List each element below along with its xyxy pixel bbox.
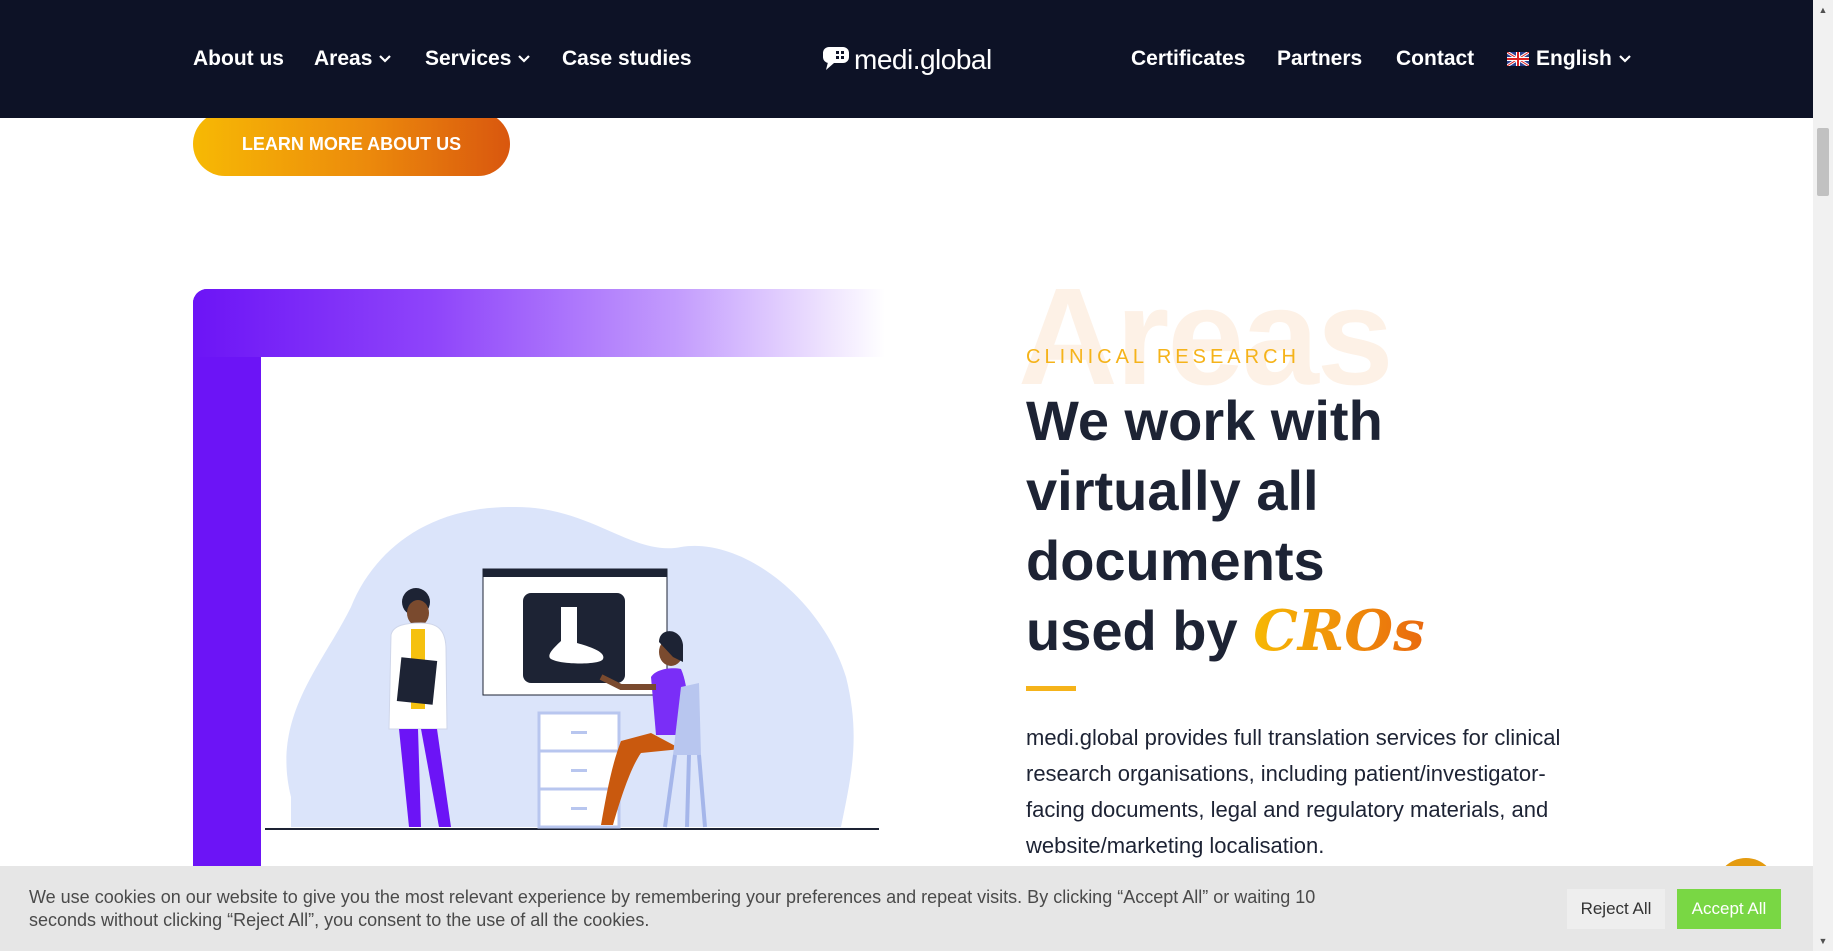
headline-line-4: used by CROs — [1026, 596, 1546, 666]
logo-text: medi.global — [854, 44, 992, 75]
page-scrollbar[interactable]: ▲ ▼ — [1813, 0, 1833, 951]
nav-about-us-label: About us — [193, 47, 284, 70]
section-headline: We work with virtually all documents use… — [1026, 386, 1546, 666]
nav-about-us[interactable]: About us — [193, 0, 284, 118]
chevron-down-icon — [379, 55, 392, 63]
speech-bubble-logo-icon — [823, 47, 849, 70]
nav-services-label: Services — [425, 47, 512, 70]
scroll-down-arrow-icon[interactable]: ▼ — [1813, 931, 1833, 951]
nav-certificates-label: Certificates — [1131, 47, 1246, 70]
nav-case-studies-label: Case studies — [562, 47, 692, 70]
nav-contact-label: Contact — [1396, 47, 1475, 70]
accept-all-button[interactable]: Accept All — [1677, 889, 1781, 929]
headline-line-2: virtually all — [1026, 459, 1319, 522]
headline-highlight: CROs — [1253, 598, 1425, 664]
accept-all-label: Accept All — [1691, 899, 1767, 918]
nav-partners-label: Partners — [1277, 47, 1363, 70]
frame-left-bar — [193, 289, 261, 929]
nav-certificates[interactable]: Certificates — [1131, 0, 1245, 118]
nav-areas[interactable]: Areas — [314, 0, 392, 118]
illustration-panel — [261, 357, 885, 937]
reject-all-label: Reject All — [1580, 899, 1652, 918]
scrollbar-thumb[interactable] — [1817, 128, 1829, 196]
nav-services[interactable]: Services — [425, 0, 531, 118]
nav-case-studies[interactable]: Case studies — [562, 0, 692, 118]
chevron-down-icon — [1619, 55, 1631, 63]
section-body-text: medi.global provides full translation se… — [1026, 725, 1561, 858]
chevron-down-icon — [518, 55, 531, 63]
illustration-frame — [193, 289, 885, 937]
accent-divider — [1026, 686, 1076, 691]
language-label: English — [1536, 47, 1612, 70]
site-logo[interactable]: medi.global — [822, 38, 992, 82]
doctor-patient-illustration — [265, 506, 879, 830]
language-selector[interactable]: English — [1507, 0, 1631, 118]
frame-top-bar — [193, 289, 885, 357]
section-eyebrow: CLINICAL RESEARCH — [1026, 346, 1300, 368]
learn-more-label: LEARN MORE ABOUT US — [241, 133, 462, 154]
headline-line-4-text: used by — [1026, 599, 1238, 662]
scroll-up-arrow-icon[interactable]: ▲ — [1813, 0, 1833, 20]
site-header: About us Areas Services Case studies med… — [0, 0, 1813, 118]
cookie-banner: We use cookies on our website to give yo… — [0, 866, 1813, 951]
cookie-banner-text: We use cookies on our website to give yo… — [29, 887, 1316, 930]
nav-contact[interactable]: Contact — [1396, 0, 1474, 118]
nav-partners[interactable]: Partners — [1277, 0, 1362, 118]
reject-all-button[interactable]: Reject All — [1567, 889, 1665, 929]
headline-line-1: We work with — [1026, 389, 1383, 452]
learn-more-about-us-button[interactable]: LEARN MORE ABOUT US — [193, 112, 510, 176]
nav-areas-label: Areas — [314, 47, 373, 70]
uk-flag-icon — [1507, 52, 1529, 66]
headline-line-3: documents — [1026, 529, 1325, 592]
